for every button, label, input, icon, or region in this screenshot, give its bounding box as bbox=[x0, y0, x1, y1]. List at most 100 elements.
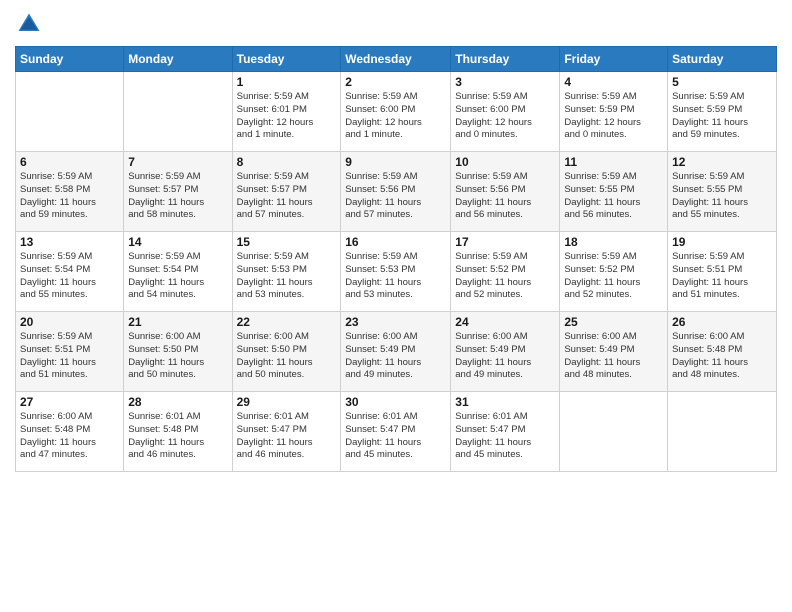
day-info: Sunrise: 5:59 AM Sunset: 5:54 PM Dayligh… bbox=[20, 251, 119, 302]
day-number: 22 bbox=[237, 315, 337, 329]
day-number: 28 bbox=[128, 395, 227, 409]
calendar-week-row: 27Sunrise: 6:00 AM Sunset: 5:48 PM Dayli… bbox=[16, 392, 777, 472]
day-number: 12 bbox=[672, 155, 772, 169]
calendar-day-cell: 29 Sunrise: 6:01 AM Sunset: 5:47 PM Dayli… bbox=[232, 392, 341, 472]
calendar-day-cell: 25Sunrise: 6:00 AM Sunset: 5:49 PM Dayli… bbox=[560, 312, 668, 392]
day-number: 2 bbox=[345, 75, 446, 89]
calendar-header-cell: Sunday bbox=[16, 47, 124, 72]
day-info: Sunrise: 5:59 AM Sunset: 5:52 PM Dayligh… bbox=[455, 251, 555, 302]
day-number: 30 bbox=[345, 395, 446, 409]
day-number: 13 bbox=[20, 235, 119, 249]
day-info: Sunrise: 6:01 AM Sunset: 5:48 PM Dayligh… bbox=[128, 411, 227, 462]
calendar-day-cell: 16 Sunrise: 5:59 AM Sunset: 5:53 PM Dayli… bbox=[341, 232, 451, 312]
day-info: Sunrise: 5:59 AM Sunset: 5:53 PM Dayligh… bbox=[345, 251, 446, 302]
calendar-day-cell: 8 Sunrise: 5:59 AM Sunset: 5:57 PM Daylig… bbox=[232, 152, 341, 232]
day-number: 11 bbox=[564, 155, 663, 169]
calendar-header-row: SundayMondayTuesdayWednesdayThursdayFrid… bbox=[16, 47, 777, 72]
calendar-day-cell: 2Sunrise: 5:59 AM Sunset: 6:00 PM Daylig… bbox=[341, 72, 451, 152]
calendar-day-cell: 20Sunrise: 5:59 AM Sunset: 5:51 PM Dayli… bbox=[16, 312, 124, 392]
day-number: 7 bbox=[128, 155, 227, 169]
day-number: 26 bbox=[672, 315, 772, 329]
day-number: 21 bbox=[128, 315, 227, 329]
calendar-day-cell: 13 Sunrise: 5:59 AM Sunset: 5:54 PM Dayli… bbox=[16, 232, 124, 312]
day-info: Sunrise: 6:01 AM Sunset: 5:47 PM Dayligh… bbox=[345, 411, 446, 462]
calendar-day-cell: 9 Sunrise: 5:59 AM Sunset: 5:56 PM Daylig… bbox=[341, 152, 451, 232]
calendar-day-cell: 6 Sunrise: 5:59 AM Sunset: 5:58 PM Daylig… bbox=[16, 152, 124, 232]
calendar-day-cell bbox=[560, 392, 668, 472]
day-number: 8 bbox=[237, 155, 337, 169]
day-number: 24 bbox=[455, 315, 555, 329]
day-info: Sunrise: 5:59 AM Sunset: 5:57 PM Dayligh… bbox=[128, 171, 227, 222]
calendar-day-cell bbox=[16, 72, 124, 152]
day-info: Sunrise: 5:59 AM Sunset: 5:54 PM Dayligh… bbox=[128, 251, 227, 302]
day-number: 6 bbox=[20, 155, 119, 169]
day-info: Sunrise: 5:59 AM Sunset: 5:59 PM Dayligh… bbox=[672, 91, 772, 142]
calendar-day-cell: 19 Sunrise: 5:59 AM Sunset: 5:51 PM Dayli… bbox=[668, 232, 777, 312]
day-number: 4 bbox=[564, 75, 663, 89]
calendar-header-cell: Saturday bbox=[668, 47, 777, 72]
calendar-day-cell bbox=[668, 392, 777, 472]
day-info: Sunrise: 5:59 AM Sunset: 5:57 PM Dayligh… bbox=[237, 171, 337, 222]
day-info: Sunrise: 6:00 AM Sunset: 5:50 PM Dayligh… bbox=[237, 331, 337, 382]
calendar-day-cell: 7 Sunrise: 5:59 AM Sunset: 5:57 PM Daylig… bbox=[124, 152, 232, 232]
day-number: 17 bbox=[455, 235, 555, 249]
calendar-day-cell: 11 Sunrise: 5:59 AM Sunset: 5:55 PM Dayli… bbox=[560, 152, 668, 232]
day-info: Sunrise: 5:59 AM Sunset: 5:55 PM Dayligh… bbox=[672, 171, 772, 222]
day-number: 16 bbox=[345, 235, 446, 249]
day-number: 1 bbox=[237, 75, 337, 89]
day-info: Sunrise: 5:59 AM Sunset: 5:56 PM Dayligh… bbox=[455, 171, 555, 222]
calendar-day-cell: 31 Sunrise: 6:01 AM Sunset: 5:47 PM Dayli… bbox=[451, 392, 560, 472]
calendar-day-cell: 14 Sunrise: 5:59 AM Sunset: 5:54 PM Dayli… bbox=[124, 232, 232, 312]
day-number: 19 bbox=[672, 235, 772, 249]
calendar-header-cell: Monday bbox=[124, 47, 232, 72]
day-number: 23 bbox=[345, 315, 446, 329]
calendar-day-cell: 23 Sunrise: 6:00 AM Sunset: 5:49 PM Dayli… bbox=[341, 312, 451, 392]
day-info: Sunrise: 6:01 AM Sunset: 5:47 PM Dayligh… bbox=[237, 411, 337, 462]
calendar-day-cell: 5Sunrise: 5:59 AM Sunset: 5:59 PM Daylig… bbox=[668, 72, 777, 152]
page-container: SundayMondayTuesdayWednesdayThursdayFrid… bbox=[0, 0, 792, 482]
calendar-header-cell: Tuesday bbox=[232, 47, 341, 72]
day-info: Sunrise: 5:59 AM Sunset: 5:56 PM Dayligh… bbox=[345, 171, 446, 222]
calendar-week-row: 6 Sunrise: 5:59 AM Sunset: 5:58 PM Daylig… bbox=[16, 152, 777, 232]
calendar-day-cell: 12 Sunrise: 5:59 AM Sunset: 5:55 PM Dayli… bbox=[668, 152, 777, 232]
day-number: 9 bbox=[345, 155, 446, 169]
calendar-day-cell: 30 Sunrise: 6:01 AM Sunset: 5:47 PM Dayli… bbox=[341, 392, 451, 472]
calendar-week-row: 13 Sunrise: 5:59 AM Sunset: 5:54 PM Dayli… bbox=[16, 232, 777, 312]
calendar-header-cell: Friday bbox=[560, 47, 668, 72]
day-number: 3 bbox=[455, 75, 555, 89]
day-number: 14 bbox=[128, 235, 227, 249]
day-info: Sunrise: 6:00 AM Sunset: 5:49 PM Dayligh… bbox=[345, 331, 446, 382]
day-info: Sunrise: 5:59 AM Sunset: 5:52 PM Dayligh… bbox=[564, 251, 663, 302]
calendar-body: 1 Sunrise: 5:59 AM Sunset: 6:01 PM Daylig… bbox=[16, 72, 777, 472]
calendar-day-cell: 18 Sunrise: 5:59 AM Sunset: 5:52 PM Dayli… bbox=[560, 232, 668, 312]
calendar-table: SundayMondayTuesdayWednesdayThursdayFrid… bbox=[15, 46, 777, 472]
day-info: Sunrise: 5:59 AM Sunset: 5:58 PM Dayligh… bbox=[20, 171, 119, 222]
day-info: Sunrise: 5:59 AM Sunset: 5:51 PM Dayligh… bbox=[672, 251, 772, 302]
day-info: Sunrise: 5:59 AM Sunset: 6:01 PM Dayligh… bbox=[237, 91, 337, 142]
day-number: 20 bbox=[20, 315, 119, 329]
calendar-day-cell: 27Sunrise: 6:00 AM Sunset: 5:48 PM Dayli… bbox=[16, 392, 124, 472]
logo bbox=[15, 10, 47, 38]
day-number: 10 bbox=[455, 155, 555, 169]
calendar-day-cell: 21Sunrise: 6:00 AM Sunset: 5:50 PM Dayli… bbox=[124, 312, 232, 392]
day-info: Sunrise: 5:59 AM Sunset: 5:55 PM Dayligh… bbox=[564, 171, 663, 222]
calendar-header-cell: Thursday bbox=[451, 47, 560, 72]
calendar-day-cell bbox=[124, 72, 232, 152]
day-info: Sunrise: 5:59 AM Sunset: 6:00 PM Dayligh… bbox=[455, 91, 555, 142]
day-number: 18 bbox=[564, 235, 663, 249]
logo-icon bbox=[15, 10, 43, 38]
day-number: 29 bbox=[237, 395, 337, 409]
calendar-week-row: 20Sunrise: 5:59 AM Sunset: 5:51 PM Dayli… bbox=[16, 312, 777, 392]
calendar-day-cell: 24 Sunrise: 6:00 AM Sunset: 5:49 PM Dayli… bbox=[451, 312, 560, 392]
day-number: 15 bbox=[237, 235, 337, 249]
calendar-day-cell: 1 Sunrise: 5:59 AM Sunset: 6:01 PM Daylig… bbox=[232, 72, 341, 152]
day-number: 31 bbox=[455, 395, 555, 409]
calendar-day-cell: 26Sunrise: 6:00 AM Sunset: 5:48 PM Dayli… bbox=[668, 312, 777, 392]
calendar-day-cell: 10 Sunrise: 5:59 AM Sunset: 5:56 PM Dayli… bbox=[451, 152, 560, 232]
day-info: Sunrise: 6:00 AM Sunset: 5:49 PM Dayligh… bbox=[455, 331, 555, 382]
day-info: Sunrise: 5:59 AM Sunset: 5:53 PM Dayligh… bbox=[237, 251, 337, 302]
calendar-day-cell: 22 Sunrise: 6:00 AM Sunset: 5:50 PM Dayli… bbox=[232, 312, 341, 392]
day-info: Sunrise: 6:01 AM Sunset: 5:47 PM Dayligh… bbox=[455, 411, 555, 462]
calendar-header-cell: Wednesday bbox=[341, 47, 451, 72]
calendar-week-row: 1 Sunrise: 5:59 AM Sunset: 6:01 PM Daylig… bbox=[16, 72, 777, 152]
